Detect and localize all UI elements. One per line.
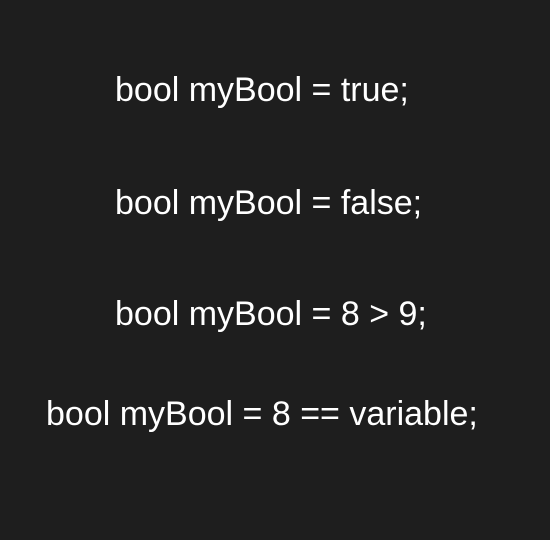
code-slide: bool myBool = true; bool myBool = false;…: [0, 0, 550, 540]
code-line-false: bool myBool = false;: [115, 184, 423, 222]
code-line-comparison: bool myBool = 8 > 9;: [115, 295, 427, 333]
code-line-true: bool myBool = true;: [115, 71, 409, 109]
code-line-equality: bool myBool = 8 == variable;: [46, 395, 478, 433]
